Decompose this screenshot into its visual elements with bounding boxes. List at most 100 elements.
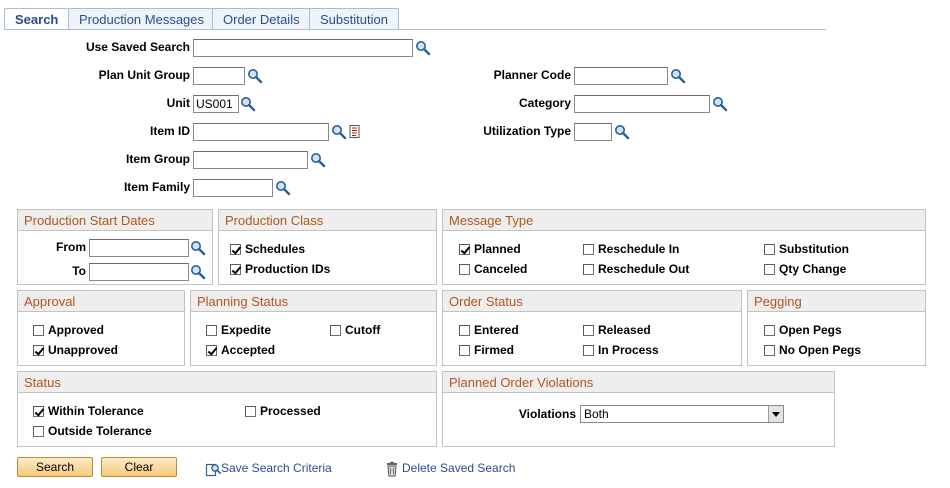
checkbox-box[interactable] bbox=[330, 324, 341, 336]
checkbox-label: Qty Change bbox=[779, 262, 847, 276]
group-header: Pegging bbox=[748, 291, 925, 312]
planned-checkbox[interactable]: Planned bbox=[459, 242, 521, 256]
item-id-input[interactable] bbox=[193, 123, 329, 141]
checkbox-box[interactable] bbox=[206, 324, 217, 336]
tab-order-details[interactable]: Order Details bbox=[212, 8, 311, 29]
lookup-icon[interactable] bbox=[275, 180, 291, 196]
checkbox-box[interactable] bbox=[206, 344, 217, 356]
save-search-criteria-link[interactable]: Save Search Criteria bbox=[221, 461, 332, 475]
outside-tolerance-checkbox[interactable]: Outside Tolerance bbox=[33, 424, 152, 438]
group-header: Message Type bbox=[443, 210, 925, 231]
tab-substitution[interactable]: Substitution bbox=[309, 8, 399, 29]
unapproved-checkbox[interactable]: Unapproved bbox=[33, 343, 118, 357]
trash-icon[interactable] bbox=[384, 461, 400, 477]
checkbox-box[interactable] bbox=[33, 344, 44, 356]
checkbox-box[interactable] bbox=[459, 344, 470, 356]
lookup-icon[interactable] bbox=[331, 124, 347, 140]
use-saved-search-input[interactable] bbox=[193, 39, 413, 57]
checkbox-box[interactable] bbox=[583, 324, 594, 336]
from-date-input[interactable] bbox=[89, 239, 189, 257]
checkbox-box[interactable] bbox=[33, 425, 44, 437]
entered-checkbox[interactable]: Entered bbox=[459, 323, 519, 337]
group-header: Production Start Dates bbox=[18, 210, 212, 231]
item-detail-icon[interactable] bbox=[347, 124, 363, 140]
checkbox-box[interactable] bbox=[583, 243, 594, 255]
lookup-icon[interactable] bbox=[190, 264, 206, 280]
firmed-checkbox[interactable]: Firmed bbox=[459, 343, 514, 357]
expedite-checkbox[interactable]: Expedite bbox=[206, 323, 271, 337]
substitution-checkbox[interactable]: Substitution bbox=[764, 242, 849, 256]
checkbox-label: Open Pegs bbox=[779, 323, 842, 337]
category-label: Category bbox=[518, 96, 571, 110]
utilization-type-input[interactable] bbox=[574, 123, 612, 141]
checkbox-label: Reschedule In bbox=[598, 242, 680, 256]
no-open-pegs-checkbox[interactable]: No Open Pegs bbox=[764, 343, 861, 357]
reschedule-out-checkbox[interactable]: Reschedule Out bbox=[583, 262, 689, 276]
lookup-icon[interactable] bbox=[712, 96, 728, 112]
in-process-checkbox[interactable]: In Process bbox=[583, 343, 659, 357]
planner-code-label: Planner Code bbox=[493, 68, 571, 82]
plan-unit-group-label: Plan Unit Group bbox=[98, 68, 190, 82]
checkbox-label: Production IDs bbox=[245, 262, 331, 276]
lookup-icon[interactable] bbox=[614, 124, 630, 140]
to-date-input[interactable] bbox=[89, 263, 189, 281]
within-tolerance-checkbox[interactable]: Within Tolerance bbox=[33, 404, 144, 418]
canceled-checkbox[interactable]: Canceled bbox=[459, 262, 527, 276]
checkbox-box[interactable] bbox=[33, 324, 44, 336]
checkbox-label: Accepted bbox=[221, 343, 276, 357]
lookup-icon[interactable] bbox=[240, 96, 256, 112]
checkbox-label: Within Tolerance bbox=[48, 404, 144, 418]
tab-search[interactable]: Search bbox=[4, 8, 70, 30]
checkbox-box[interactable] bbox=[230, 243, 241, 255]
approved-checkbox[interactable]: Approved bbox=[33, 323, 104, 337]
chevron-down-icon[interactable] bbox=[768, 406, 783, 422]
search-button[interactable]: Search bbox=[17, 457, 93, 477]
lookup-icon[interactable] bbox=[310, 152, 326, 168]
unit-input[interactable] bbox=[193, 95, 239, 113]
checkbox-label: No Open Pegs bbox=[779, 343, 862, 357]
delete-saved-search-link[interactable]: Delete Saved Search bbox=[402, 461, 515, 475]
checkbox-box[interactable] bbox=[764, 324, 775, 336]
checkbox-label: Processed bbox=[260, 404, 321, 418]
checkbox-box[interactable] bbox=[459, 243, 470, 255]
category-input[interactable] bbox=[574, 95, 710, 113]
cutoff-checkbox[interactable]: Cutoff bbox=[330, 323, 380, 337]
item-family-input[interactable] bbox=[193, 179, 273, 197]
item-family-label: Item Family bbox=[123, 180, 190, 194]
group-header: Planned Order Violations bbox=[443, 372, 834, 393]
checkbox-box[interactable] bbox=[764, 263, 775, 275]
checkbox-box[interactable] bbox=[230, 263, 241, 275]
save-search-icon[interactable] bbox=[205, 461, 221, 477]
open-pegs-checkbox[interactable]: Open Pegs bbox=[764, 323, 842, 337]
lookup-icon[interactable] bbox=[415, 40, 431, 56]
qty-change-checkbox[interactable]: Qty Change bbox=[764, 262, 846, 276]
from-date-label: From bbox=[56, 240, 86, 254]
checkbox-box[interactable] bbox=[459, 263, 470, 275]
checkbox-label: Schedules bbox=[245, 242, 306, 256]
checkbox-box[interactable] bbox=[583, 263, 594, 275]
checkbox-box[interactable] bbox=[459, 324, 470, 336]
checkbox-box[interactable] bbox=[764, 344, 775, 356]
checkbox-box[interactable] bbox=[583, 344, 594, 356]
processed-checkbox[interactable]: Processed bbox=[245, 404, 321, 418]
reschedule-in-checkbox[interactable]: Reschedule In bbox=[583, 242, 679, 256]
tab-production-messages[interactable]: Production Messages bbox=[68, 8, 216, 29]
checkbox-box[interactable] bbox=[764, 243, 775, 255]
checkbox-box[interactable] bbox=[245, 405, 256, 417]
released-checkbox[interactable]: Released bbox=[583, 323, 651, 337]
lookup-icon[interactable] bbox=[247, 68, 263, 84]
accepted-checkbox[interactable]: Accepted bbox=[206, 343, 275, 357]
use-saved-search-label: Use Saved Search bbox=[85, 40, 190, 54]
plan-unit-group-input[interactable] bbox=[193, 67, 245, 85]
checkbox-box[interactable] bbox=[33, 405, 44, 417]
planner-code-input[interactable] bbox=[574, 67, 668, 85]
utilization-type-label: Utilization Type bbox=[483, 124, 571, 138]
item-group-input[interactable] bbox=[193, 151, 308, 169]
production-ids-checkbox[interactable]: Production IDs bbox=[230, 262, 330, 276]
violations-select[interactable]: Both bbox=[580, 405, 784, 423]
clear-button[interactable]: Clear bbox=[101, 457, 177, 477]
checkbox-label: Reschedule Out bbox=[598, 262, 690, 276]
schedules-checkbox[interactable]: Schedules bbox=[230, 242, 305, 256]
lookup-icon[interactable] bbox=[190, 240, 206, 256]
lookup-icon[interactable] bbox=[670, 68, 686, 84]
